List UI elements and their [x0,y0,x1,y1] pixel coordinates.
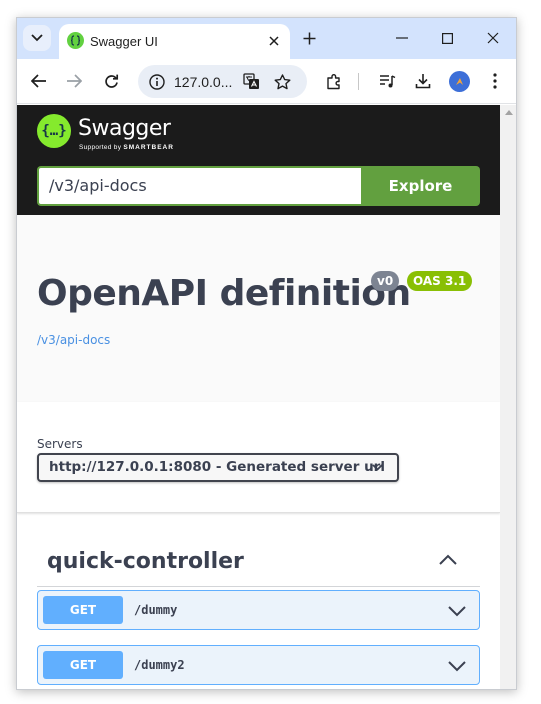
swagger-logo[interactable]: {…} Swagger Supported by SMARTBEAR [37,114,187,156]
chevron-down-icon[interactable] [447,601,467,621]
address-text: 127.0.0... [174,74,233,90]
swagger-topbar: {…} Swagger Supported by SMARTBEAR /v3/a… [17,105,500,215]
back-arrow-icon[interactable] [29,71,49,91]
address-bar[interactable]: 127.0.0... [138,65,307,98]
chevron-down-icon[interactable] [447,656,467,676]
tab-strip: Swagger UI [17,18,516,59]
servers-section: Servers http://127.0.0.1:8080 - Generate… [17,402,500,513]
tab-close-icon[interactable] [266,33,282,49]
logo-title: Swagger [78,116,171,141]
maximize-icon[interactable] [438,29,456,47]
tag-title: quick-controller [47,549,244,574]
operation-path: /dummy2 [134,658,185,672]
browser-toolbar: 127.0.0... [17,59,516,104]
chevron-down-icon [31,34,43,42]
download-icon[interactable] [413,71,433,91]
chevron-down-icon [372,464,383,471]
tag-header-quick-controller[interactable]: quick-controller [37,535,480,587]
page-viewport: {…} Swagger Supported by SMARTBEAR /v3/a… [17,105,500,689]
scroll-up-arrow-icon[interactable] [505,110,513,115]
logo-sub-prefix: Supported by [79,144,122,151]
browser-window: Swagger UI 127.0.0... {…} Swagger Suppor… [16,17,517,690]
servers-selected-value: http://127.0.0.1:8080 - Generated server… [49,459,385,475]
media-queue-icon[interactable] [377,71,397,91]
servers-label: Servers [37,437,83,451]
profile-avatar-icon[interactable] [449,71,470,92]
browser-tab[interactable]: Swagger UI [59,24,290,59]
site-info-icon[interactable] [147,72,166,91]
forward-arrow-icon[interactable] [64,71,84,91]
bookmark-star-icon[interactable] [273,72,292,91]
extensions-puzzle-icon[interactable] [324,71,344,91]
operation-get-dummy2[interactable]: GET /dummy2 [37,645,480,685]
logo-sub-brand: SMARTBEAR [123,144,174,151]
operation-get-dummy[interactable]: GET /dummy [37,590,480,630]
operation-path: /dummy [134,603,178,617]
menu-kebab-icon[interactable] [485,71,505,91]
chevron-up-icon[interactable] [438,549,458,569]
tab-search-button[interactable] [23,25,51,51]
new-tab-plus-icon[interactable] [300,29,318,47]
swagger-logo-icon: {…} [37,114,71,148]
explore-button[interactable]: Explore [361,166,480,206]
close-window-icon[interactable] [484,29,502,47]
vertical-scrollbar[interactable] [500,105,516,689]
info-section: OpenAPI definition v0 OAS 3.1 /v3/api-do… [17,215,500,402]
version-badge: v0 [371,271,400,291]
toolbar-separator [358,73,359,90]
oas-version-badge: OAS 3.1 [407,271,473,291]
minimize-icon[interactable] [393,29,411,47]
http-method-badge: GET [43,651,123,679]
http-method-badge: GET [43,596,123,624]
tab-title: Swagger UI [90,34,158,49]
logo-subtitle: Supported by SMARTBEAR [79,144,174,151]
api-url-input[interactable]: /v3/api-docs [37,166,362,206]
swagger-favicon-icon [67,32,84,49]
page-title: OpenAPI definition [37,273,411,314]
api-docs-link[interactable]: /v3/api-docs [37,333,110,347]
translate-icon[interactable] [242,72,261,91]
servers-select[interactable]: http://127.0.0.1:8080 - Generated server… [37,453,399,482]
reload-icon[interactable] [101,71,121,91]
